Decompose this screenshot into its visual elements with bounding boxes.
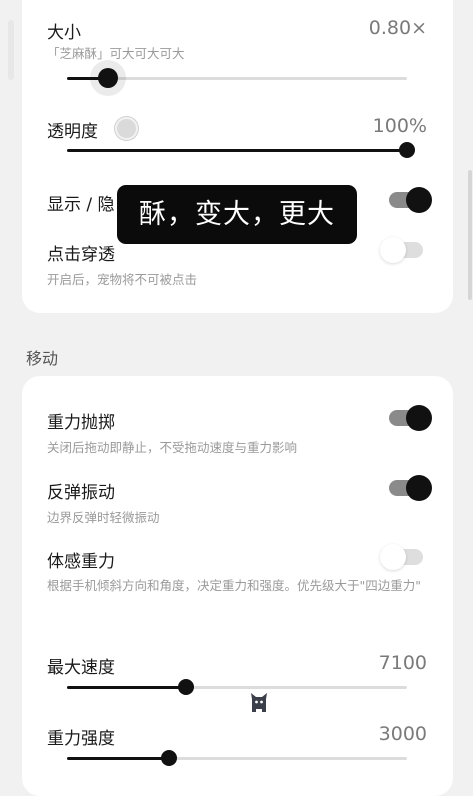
bounce-vibrate-toggle-knob — [406, 475, 432, 501]
size-hint: 「芝麻酥」可大可大可大 — [47, 46, 185, 61]
bounce-vibrate-hint: 边界反弹时轻微振动 — [47, 510, 160, 525]
opacity-slider-fill — [67, 149, 407, 152]
gravity-throw-toggle[interactable] — [389, 405, 432, 431]
motion-gravity-hint: 根据手机倾斜方向和角度，决定重力和强度。优先级大于"四边重力" — [47, 578, 422, 593]
size-slider[interactable] — [67, 68, 407, 88]
opacity-slider[interactable] — [67, 142, 415, 158]
gravity-strength-slider-thumb[interactable] — [161, 750, 177, 766]
max-speed-slider[interactable] — [67, 679, 407, 695]
gravity-strength-slider[interactable] — [67, 750, 407, 766]
click-through-label: 点击穿透 — [47, 245, 115, 265]
size-value: 0.80× — [368, 17, 427, 39]
motion-gravity-label: 体感重力 — [47, 552, 115, 572]
cat-pet-icon[interactable] — [249, 691, 269, 713]
gravity-strength-slider-fill — [67, 757, 169, 760]
gravity-throw-label: 重力抛掷 — [47, 413, 115, 433]
opacity-value: 100% — [372, 115, 427, 137]
click-through-hint: 开启后，宠物将不可被点击 — [47, 272, 198, 287]
opacity-slider-thumb[interactable] — [399, 142, 415, 158]
bounce-vibrate-toggle[interactable] — [389, 475, 432, 501]
max-speed-label: 最大速度 — [47, 658, 115, 678]
move-section-title: 移动 — [26, 349, 59, 368]
gravity-strength-value: 3000 — [378, 723, 427, 745]
click-through-toggle-knob — [380, 237, 406, 263]
scrollbar[interactable] — [468, 170, 472, 300]
opacity-label: 透明度 — [47, 122, 98, 142]
motion-gravity-toggle-knob — [380, 544, 406, 570]
gravity-strength-label: 重力强度 — [47, 729, 115, 749]
max-speed-slider-thumb[interactable] — [178, 679, 194, 695]
show-hide-label: 显示 / 隐 — [47, 195, 115, 215]
motion-gravity-toggle[interactable] — [380, 544, 423, 570]
max-speed-value: 7100 — [378, 652, 427, 674]
gravity-throw-hint: 关闭后拖动即静止，不受拖动速度与重力影响 — [47, 440, 298, 455]
left-edge-shadow — [8, 20, 14, 80]
max-speed-slider-fill — [67, 686, 186, 689]
size-label: 大小 — [47, 23, 81, 43]
show-hide-toggle[interactable] — [389, 187, 432, 213]
gravity-throw-toggle-knob — [406, 405, 432, 431]
show-hide-toggle-knob — [406, 187, 432, 213]
opacity-preview-dot — [115, 117, 138, 140]
size-slider-thumb[interactable] — [97, 68, 118, 88]
toast-message: 酥，变大，更大 — [117, 185, 357, 244]
bounce-vibrate-label: 反弹振动 — [47, 483, 115, 503]
click-through-toggle[interactable] — [380, 237, 423, 263]
